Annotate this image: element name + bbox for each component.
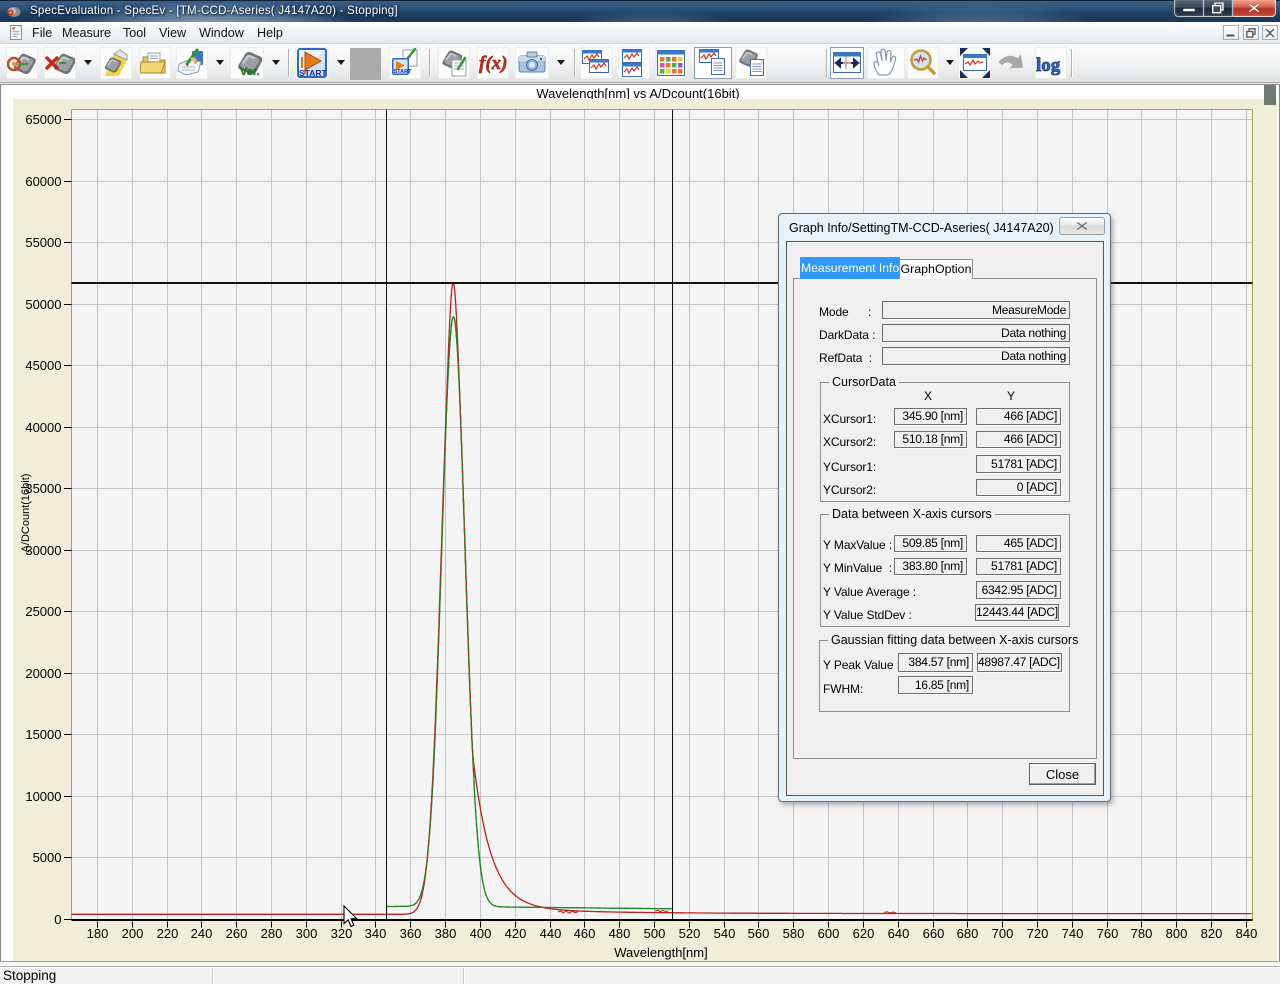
svg-text:f(x): f(x) — [479, 53, 507, 74]
svg-text:START: START — [394, 69, 413, 75]
svg-text:Ver.: Ver. — [240, 66, 260, 78]
svg-text:log: log — [1036, 55, 1061, 76]
svg-text:START: START — [299, 68, 327, 78]
